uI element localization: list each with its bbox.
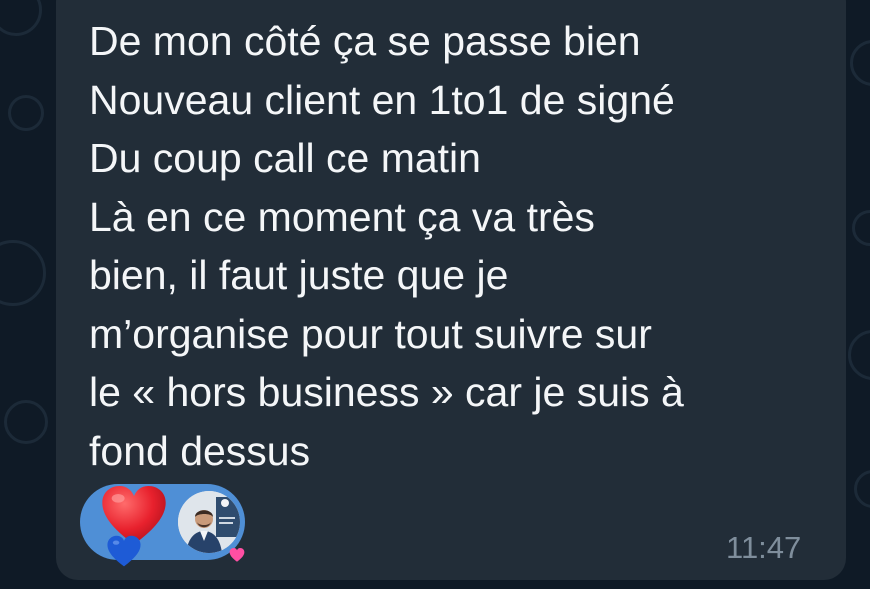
background-doodle xyxy=(848,330,870,380)
background-doodle xyxy=(0,0,42,36)
pink-heart-icon xyxy=(229,547,245,562)
reactor-avatar[interactable] xyxy=(178,491,240,553)
message-timestamp: 11:47 xyxy=(726,530,802,565)
background-doodle xyxy=(0,240,46,306)
person-avatar-icon xyxy=(178,491,240,553)
background-doodle xyxy=(8,95,44,131)
background-doodle xyxy=(852,210,870,246)
blue-heart-icon xyxy=(107,535,141,567)
message-text: De mon côté ça se passe bien Nouveau cli… xyxy=(89,18,684,474)
background-doodle xyxy=(850,40,870,86)
background-doodle xyxy=(4,400,48,444)
background-doodle xyxy=(854,470,870,508)
